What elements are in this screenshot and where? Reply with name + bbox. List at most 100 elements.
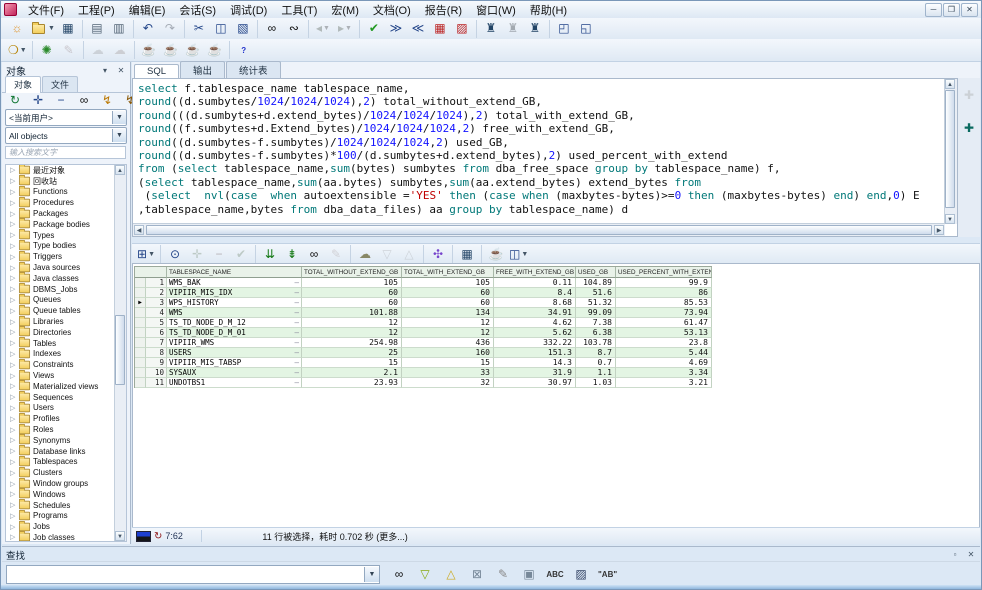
expand-arrow-icon[interactable]: ▷ [10, 339, 17, 347]
tab-sql[interactable]: SQL [134, 64, 179, 79]
sql-line[interactable]: round(((d.sumbytes+d.extend_bytes)/1024/… [138, 109, 944, 122]
grid-cell[interactable]: 104.89 [576, 278, 616, 288]
grid-cell[interactable]: 3.21 [616, 378, 712, 388]
grid-mode-button[interactable]: ⊞▼ [135, 245, 157, 264]
expand-arrow-icon[interactable]: ▷ [10, 177, 17, 185]
grid-cell[interactable]: 60 [302, 288, 402, 298]
indent-button[interactable]: ≫ [385, 19, 407, 38]
grid-cell[interactable]: 51.32 [576, 298, 616, 308]
row-number[interactable]: 2 [146, 288, 167, 298]
row-number[interactable]: 8 [146, 348, 167, 358]
chevron-down-icon[interactable]: ▼ [20, 47, 27, 54]
undo-button[interactable]: ↶ [137, 19, 159, 38]
grid-cell[interactable]: WMS– [167, 308, 302, 318]
tree-item[interactable]: ▷Job classes [6, 532, 126, 542]
expand-arrow-icon[interactable]: ▷ [10, 199, 17, 207]
find-next-button[interactable]: ∞ [388, 565, 410, 584]
link-query-button[interactable]: ✣ [427, 245, 449, 264]
paste-button[interactable]: ▧ [232, 19, 254, 38]
expand-arrow-icon[interactable]: ▷ [10, 458, 17, 466]
tree-item[interactable]: ▷Clusters [6, 467, 126, 478]
minimize-button[interactable]: ─ [925, 3, 942, 17]
row-number[interactable]: 5 [146, 318, 167, 328]
sql-line[interactable]: ,tablespace_name,bytes from dba_data_fil… [138, 203, 944, 216]
grid-cell[interactable]: 31.9 [494, 368, 576, 378]
find-button[interactable]: ∞ [261, 19, 283, 38]
expand-arrow-icon[interactable]: ▷ [10, 501, 17, 509]
copy-button[interactable]: ◫ [210, 19, 232, 38]
menu-item[interactable]: 窗口(W) [469, 1, 523, 19]
menu-item[interactable]: 帮助(H) [523, 1, 574, 19]
tree-item[interactable]: ▷Database links [6, 446, 126, 457]
scroll-up-icon[interactable]: ▲ [945, 79, 955, 89]
grid-cell[interactable]: 32 [402, 378, 494, 388]
grid-cell[interactable]: 3.34 [616, 368, 712, 378]
object-search-input[interactable] [5, 146, 126, 159]
grid-cell[interactable]: 15 [302, 358, 402, 368]
grid-cell[interactable]: 8.4 [494, 288, 576, 298]
row-number[interactable]: 3 [146, 298, 167, 308]
expand-arrow-icon[interactable]: ▷ [10, 426, 17, 434]
grid-cell[interactable]: VIPIIR_MIS_IDX– [167, 288, 302, 298]
grid-cell[interactable]: 53.13 [616, 328, 712, 338]
expand-arrow-icon[interactable]: ▷ [10, 188, 17, 196]
expand-arrow-icon[interactable]: ▷ [10, 350, 17, 358]
fetch-next-page-button[interactable]: ⇊ [259, 245, 281, 264]
row-number[interactable]: 6 [146, 328, 167, 338]
grid-cell[interactable]: WPS_HISTORY– [167, 298, 302, 308]
grid-cell[interactable]: 34.91 [494, 308, 576, 318]
tree-item[interactable]: ▷Sequences [6, 392, 126, 403]
row-number[interactable]: 11 [146, 378, 167, 388]
expand-arrow-icon[interactable]: ▷ [10, 361, 17, 369]
menu-item[interactable]: 宏(M) [324, 1, 366, 19]
sql-code[interactable]: select f.tablespace_name tablespace_name… [138, 82, 944, 224]
help-button[interactable]: ? [233, 41, 255, 60]
editor-hscrollbar[interactable]: ◀ ▶ [133, 223, 945, 236]
export-button[interactable]: ☁ [354, 245, 376, 264]
grid-cell[interactable]: 23.93 [302, 378, 402, 388]
grid-cell[interactable]: 61.47 [616, 318, 712, 328]
case-sensitive-button[interactable]: ABC [544, 565, 566, 584]
expand-arrow-icon[interactable]: ▷ [10, 512, 17, 520]
dock-pin-button[interactable]: ▾ [98, 64, 112, 77]
chevron-down-icon[interactable]: ▼ [323, 25, 330, 32]
menu-item[interactable]: 报告(R) [418, 1, 469, 19]
sql-line[interactable]: round((f.sumbytes+d.Extend_bytes)/1024/1… [138, 122, 944, 135]
grid-cell[interactable]: 15 [402, 358, 494, 368]
preferences-button[interactable]: ✺ [36, 41, 58, 60]
grid-cell[interactable]: 99.09 [576, 308, 616, 318]
tree-item[interactable]: ▷Users [6, 403, 126, 414]
grid-cell[interactable]: SYSAUX– [167, 368, 302, 378]
dock-pin-button[interactable]: ▫ [948, 548, 962, 561]
selection-only-button[interactable]: ⊠ [466, 565, 488, 584]
grid-cell[interactable]: 4.62 [494, 318, 576, 328]
grid-cell[interactable]: 5.62 [494, 328, 576, 338]
find-forward-button[interactable]: ▽ [414, 565, 436, 584]
save-button[interactable]: ▦ [57, 19, 79, 38]
tab-output[interactable]: 输出 [180, 61, 225, 78]
window-list-button[interactable]: ◰ [553, 19, 575, 38]
grid-cell[interactable]: 1.03 [576, 378, 616, 388]
grid-cell[interactable]: 30.97 [494, 378, 576, 388]
expand-arrow-icon[interactable]: ▷ [10, 307, 17, 315]
commit-button[interactable]: ▦ [429, 19, 451, 38]
expand-arrow-icon[interactable]: ▷ [10, 231, 17, 239]
grid-cell[interactable]: 101.88 [302, 308, 402, 318]
expand-arrow-icon[interactable]: ▷ [10, 210, 17, 218]
grid-cell[interactable]: 60 [402, 298, 494, 308]
expand-arrow-icon[interactable]: ▷ [10, 264, 17, 272]
find-input-combo[interactable]: ▼ [6, 565, 380, 584]
grid-cell[interactable]: 332.22 [494, 338, 576, 348]
grid-cell[interactable]: UNDOTBS1– [167, 378, 302, 388]
grid-cell[interactable]: 73.94 [616, 308, 712, 318]
grid-cell[interactable]: WMS_BAK– [167, 278, 302, 288]
new-button[interactable]: ☼ [6, 19, 28, 38]
column-header[interactable]: FREE_WITH_EXTEND_GB [494, 267, 576, 278]
tree-item[interactable]: ▷Type bodies [6, 241, 126, 252]
tile-windows-button[interactable]: ◱ [575, 19, 597, 38]
object-scope-select[interactable]: All objects ▼ [5, 127, 127, 144]
columns-button[interactable]: ◫▼ [507, 245, 530, 264]
row-number[interactable]: 7 [146, 338, 167, 348]
grid-cell[interactable]: 134 [402, 308, 494, 318]
tree-item[interactable]: ▷回收站 [6, 176, 126, 187]
